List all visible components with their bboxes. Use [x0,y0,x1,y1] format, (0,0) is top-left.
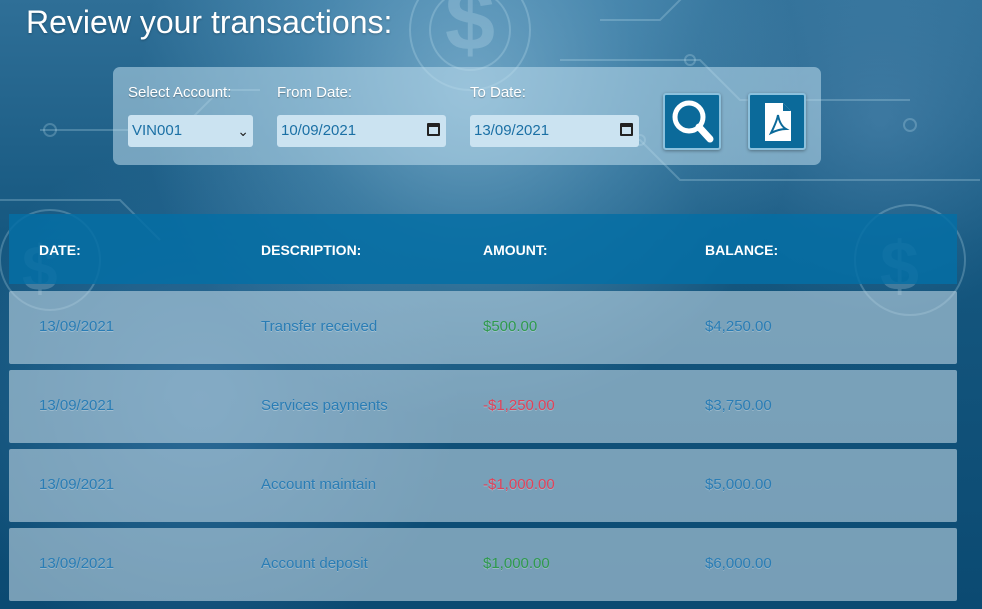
account-select-value: VIN001 [132,122,183,139]
column-header-balance: BALANCE: [705,242,779,258]
row-balance: $6,000.00 [705,555,772,572]
account-label: Select Account: [128,84,232,101]
search-button[interactable] [663,93,721,150]
page-title: Review your transactions: [26,4,393,40]
table-row: 13/09/2021 Transfer received $500.00 $4,… [9,291,957,364]
column-header-amount: AMOUNT: [483,242,548,258]
column-header-date: DATE: [39,242,81,258]
from-date-value: 10/09/2021 [281,122,357,139]
row-balance: $4,250.00 [705,318,772,335]
row-balance: $5,000.00 [705,476,772,493]
row-description: Account maintain [261,476,377,493]
row-amount: -$1,250.00 [483,397,555,414]
svg-text:$: $ [445,0,495,70]
row-amount: $500.00 [483,318,538,335]
row-date: 13/09/2021 [39,397,115,414]
calendar-icon[interactable] [620,123,633,136]
filter-panel: Select Account: VIN001 ⌄ From Date: 10/0… [113,67,821,165]
column-header-description: DESCRIPTION: [261,242,362,258]
from-date-label: From Date: [277,84,353,101]
row-date: 13/09/2021 [39,318,115,335]
table-row: 13/09/2021 Account deposit $1,000.00 $6,… [9,528,957,601]
row-description: Transfer received [261,318,378,335]
table-row: 13/09/2021 Account maintain -$1,000.00 $… [9,449,957,522]
search-icon [672,100,714,143]
row-amount: -$1,000.00 [483,476,555,493]
table-header: DATE: DESCRIPTION: AMOUNT: BALANCE: [9,214,957,284]
row-date: 13/09/2021 [39,476,115,493]
from-date-input[interactable]: 10/09/2021 [277,115,446,147]
row-description: Account deposit [261,555,368,572]
to-date-value: 13/09/2021 [474,122,550,139]
chevron-down-icon: ⌄ [237,123,249,139]
row-amount: $1,000.00 [483,555,550,572]
pdf-icon [765,103,791,141]
row-date: 13/09/2021 [39,555,115,572]
export-pdf-button[interactable] [748,93,806,150]
calendar-icon[interactable] [427,123,440,136]
account-select[interactable]: VIN001 ⌄ [128,115,253,147]
table-row: 13/09/2021 Services payments -$1,250.00 … [9,370,957,443]
to-date-label: To Date: [470,84,526,101]
to-date-input[interactable]: 13/09/2021 [470,115,639,147]
row-balance: $3,750.00 [705,397,772,414]
row-description: Services payments [261,397,388,414]
